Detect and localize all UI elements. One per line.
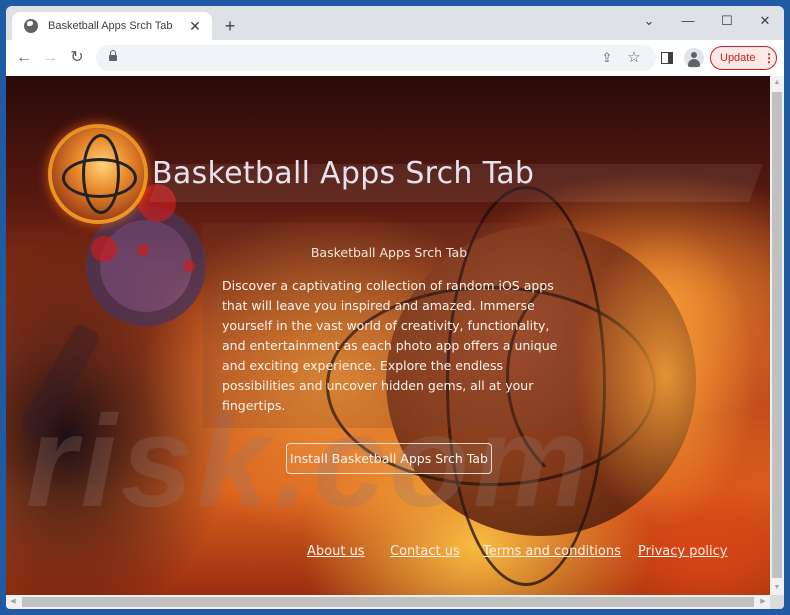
privacy-policy-link[interactable]: Privacy policy (638, 544, 727, 559)
vertical-scrollbar[interactable]: ▲ ▼ (770, 76, 784, 595)
bookmark-star-icon[interactable]: ☆ (625, 49, 643, 67)
share-icon[interactable]: ⇪ (598, 49, 616, 67)
tab-basketball-apps[interactable]: Basketball Apps Srch Tab ✕ (12, 12, 212, 40)
menu-dots-icon[interactable]: ⋮ (762, 52, 776, 64)
tab-search-chevron-icon[interactable]: ⌄ (638, 10, 660, 32)
scrollbar-corner (770, 595, 784, 609)
profile-avatar-icon[interactable] (684, 48, 704, 68)
scroll-down-icon[interactable]: ▼ (770, 581, 784, 595)
tab-close-icon[interactable]: ✕ (188, 19, 202, 33)
scroll-left-icon[interactable]: ◀ (6, 595, 20, 609)
scroll-right-icon[interactable]: ▶ (756, 595, 770, 609)
scroll-up-icon[interactable]: ▲ (770, 76, 784, 90)
update-button[interactable]: Update ⋮ (710, 46, 777, 70)
back-button[interactable]: ← (14, 48, 34, 68)
install-button[interactable]: Install Basketball Apps Srch Tab (286, 443, 492, 474)
red-dot-decoration (91, 236, 117, 262)
contact-us-link[interactable]: Contact us (390, 544, 460, 559)
lock-icon[interactable] (109, 50, 117, 62)
new-tab-button[interactable]: + (220, 16, 240, 36)
red-dot-decoration (137, 244, 149, 256)
vertical-scroll-thumb[interactable] (772, 92, 782, 578)
tab-title: Basketball Apps Srch Tab (48, 20, 173, 32)
info-panel: Basketball Apps Srch Tab Discover a capt… (203, 223, 575, 428)
close-window-button[interactable]: ✕ (754, 10, 776, 32)
address-bar[interactable]: ⇪ ☆ (96, 45, 656, 71)
horizontal-scrollbar[interactable]: ◀ ▶ (6, 595, 770, 609)
update-label: Update (720, 52, 756, 64)
terms-link[interactable]: Terms and conditions (483, 544, 621, 559)
reload-button[interactable]: ↻ (67, 48, 87, 68)
forward-button[interactable]: → (40, 48, 60, 68)
browser-window: Basketball Apps Srch Tab ✕ + ⌄ — ☐ ✕ ← →… (6, 6, 784, 609)
globe-icon (24, 19, 38, 33)
basketball-logo-icon (52, 128, 144, 220)
tab-strip: Basketball Apps Srch Tab ✕ + ⌄ — ☐ ✕ (6, 6, 784, 40)
browser-toolbar: ← → ↻ ⇪ ☆ Update ⋮ (6, 40, 784, 76)
minimize-button[interactable]: — (677, 10, 699, 32)
page-title: Basketball Apps Srch Tab (152, 156, 535, 191)
page-viewport: risk.com Basketball Apps Srch Tab Basket… (6, 76, 770, 595)
about-us-link[interactable]: About us (307, 544, 365, 559)
red-dot-decoration (183, 260, 195, 272)
side-panel-icon[interactable] (661, 52, 673, 64)
info-description: Discover a captivating collection of ran… (222, 278, 558, 413)
maximize-button[interactable]: ☐ (716, 10, 738, 32)
horizontal-scroll-thumb[interactable] (22, 597, 754, 607)
info-heading: Basketball Apps Srch Tab (310, 245, 468, 260)
